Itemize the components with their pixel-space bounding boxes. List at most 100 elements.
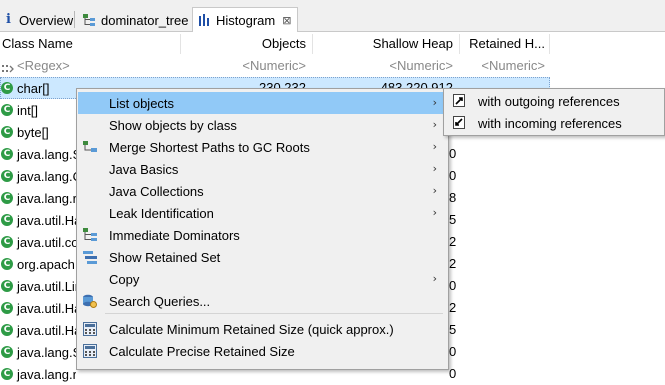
class-name: java.util.Ha [17,212,76,228]
class-name-cell: Cbyte[] [0,121,76,143]
class-name-cell: Cjava.lang.re [0,363,76,385]
menu-item-label: Show Retained Set [109,249,221,265]
class-name-cell: Cint[] [0,99,76,121]
chevron-right-icon: › [432,206,437,219]
class-name: int[] [17,102,38,118]
class-icon: C [1,126,13,138]
menu-item-list-objects[interactable]: List objects › [78,92,447,114]
chevron-right-icon: › [432,272,437,285]
class-icon: C [1,82,13,94]
regex-filter-input[interactable]: <Regex> [17,55,70,77]
shallow-heap-cell: 0 [449,168,457,183]
class-name-cell: Cjava.lang.S [0,143,76,165]
numeric-filter-shallow-heap[interactable]: <Numeric> [313,55,453,77]
column-header-retained-heap[interactable]: Retained H... [460,33,545,55]
class-name-cell: Cjava.lang.O [0,165,76,187]
class-name-cell: Cjava.util.co [0,231,76,253]
list-objects-submenu: with outgoing references with incoming r… [443,88,665,136]
column-header-class-name[interactable]: Class Name [2,33,73,55]
menu-item-label: List objects [109,95,175,111]
shallow-heap-cell: 2 [449,234,457,249]
menu-item-calculate-minimum-retained-size-quick-approx[interactable]: Calculate Minimum Retained Size (quick a… [78,318,447,340]
menu-item-copy[interactable]: Copy › [78,268,447,290]
tab-divider [74,11,75,28]
shallow-heap-cell: 8 [449,190,457,205]
shallow-heap-cell: 0 [449,146,457,161]
menu-item-with-incoming-references[interactable]: with incoming references [445,112,663,134]
close-tab-icon[interactable]: ⊠ [282,14,291,27]
menu-item-java-collections[interactable]: Java Collections › [78,180,447,202]
menu-item-search-queries[interactable]: Search Queries... [78,290,447,312]
class-name: org.apach [17,256,75,272]
class-icon: C [1,192,13,204]
numeric-filter-retained-heap[interactable]: <Numeric> [460,55,545,77]
tab-dominator-tree[interactable]: dominator_tree [76,8,194,32]
outgoing-references-icon [453,94,465,107]
class-name: char[] [17,80,50,96]
submenu-item-label: with outgoing references [478,93,620,109]
class-name: java.lang.S [17,146,76,162]
incoming-references-icon [453,116,465,129]
class-name-cell: Corg.apach [0,253,76,275]
class-name-cell: Cchar[] [0,77,76,99]
submenu-item-label: with incoming references [478,115,622,131]
class-icon: C [1,302,13,314]
menu-item-calculate-precise-retained-size[interactable]: Calculate Precise Retained Size [78,340,447,362]
menu-item-label: Java Basics [109,161,179,177]
chevron-right-icon: › [432,140,437,153]
editor-tab-bar: i Overview dominator_tree Histogram ⊠ [0,0,665,32]
shallow-heap-cell: 5 [449,322,457,337]
column-header-shallow-heap[interactable]: Shallow Heap [313,33,453,55]
menu-item-label: Search Queries... [109,293,211,309]
menu-item-leak-identification[interactable]: Leak Identification › [78,202,447,224]
menu-item-with-outgoing-references[interactable]: with outgoing references [445,90,663,112]
class-icon: C [1,104,13,116]
shallow-heap-cell: 2 [449,256,457,271]
class-name: java.util.Ha [17,300,76,316]
column-divider [549,34,550,54]
menu-item-immediate-dominators[interactable]: Immediate Dominators [78,224,447,246]
dominators-icon [83,228,97,242]
class-name-cell: Cjava.util.Lin [0,275,76,297]
menu-item-label: Merge Shortest Paths to GC Roots [109,139,310,155]
class-icon: C [1,280,13,292]
retained-set-icon [83,250,97,264]
menu-item-show-objects-by-class[interactable]: Show objects by class › [78,114,447,136]
class-name-cell: Cjava.util.Ha [0,209,76,231]
filter-row-class[interactable]: <Regex> [2,55,70,77]
menu-separator [105,313,443,314]
tab-histogram[interactable]: Histogram ⊠ [192,7,299,32]
tree-icon [82,13,96,27]
class-icon: C [1,170,13,182]
shallow-heap-cell: 0 [449,278,457,293]
menu-item-label: Java Collections [109,183,204,199]
menu-item-java-basics[interactable]: Java Basics › [78,158,447,180]
menu-item-merge-shortest-paths-to-gc-roots[interactable]: Merge Shortest Paths to GC Roots › [78,136,447,158]
tab-overview[interactable]: i Overview [0,8,79,32]
numeric-filter-objects[interactable]: <Numeric> [181,55,306,77]
class-name-cell: Cjava.lang.re [0,187,76,209]
menu-item-label: Show objects by class [109,117,237,133]
class-name: java.lang.O [17,168,76,184]
merge-paths-icon [83,140,97,154]
context-menu: List objects › Show objects by class › Merge… [76,88,449,370]
regex-filter-icon [2,60,14,73]
menu-item-label: Calculate Precise Retained Size [109,343,295,359]
class-name-cell: Cjava.lang.S [0,341,76,363]
calculator-icon [83,322,97,336]
class-icon: C [1,214,13,226]
class-name: java.lang.S [17,344,76,360]
class-name: java.util.Ha [17,322,76,338]
menu-item-label: Immediate Dominators [109,227,240,243]
shallow-heap-cell: 5 [449,212,457,227]
class-icon: C [1,324,13,336]
class-icon: C [1,258,13,270]
class-icon: C [1,148,13,160]
menu-item-show-retained-set[interactable]: Show Retained Set [78,246,447,268]
class-name: java.lang.re [17,190,76,206]
histogram-icon [199,14,211,26]
column-header-objects[interactable]: Objects [181,33,306,55]
menu-item-label: Leak Identification [109,205,214,221]
class-icon: C [1,236,13,248]
tab-histogram-label: Histogram [216,12,276,28]
